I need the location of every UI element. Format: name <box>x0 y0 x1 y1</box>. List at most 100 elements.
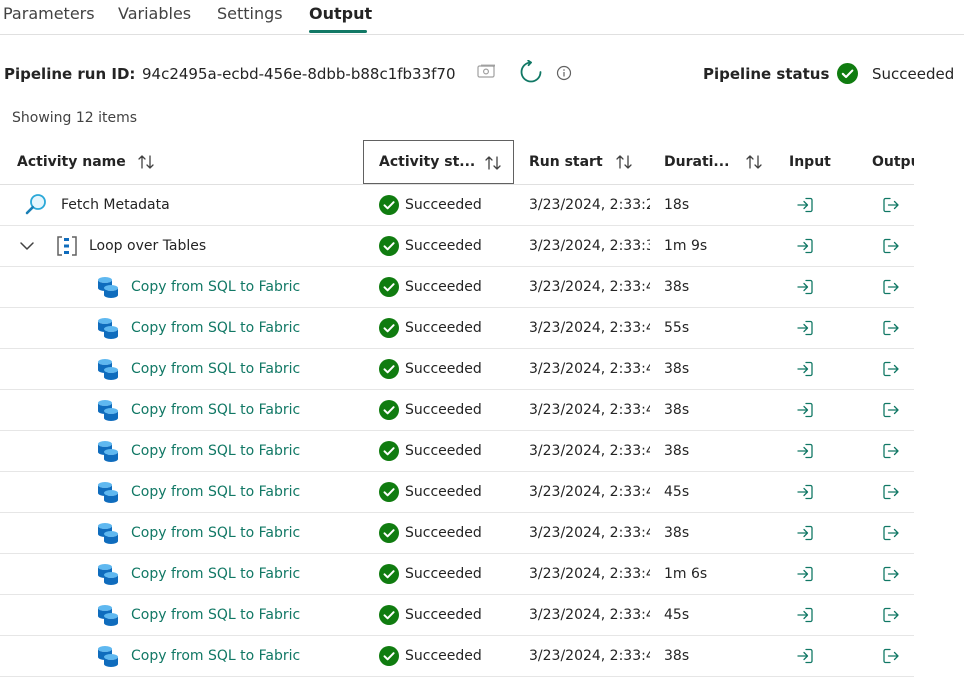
success-check-icon <box>379 523 399 543</box>
activity-name-link[interactable]: Copy from SQL to Fabric <box>131 402 300 418</box>
input-icon[interactable] <box>796 647 814 665</box>
run-start: 3/23/2024, 2:33:2 <box>529 197 650 213</box>
tab-output[interactable]: Output <box>309 4 372 23</box>
activity-name-link[interactable]: Copy from SQL to Fabric <box>131 443 300 459</box>
sort-icon[interactable] <box>745 153 763 171</box>
table-row[interactable]: Copy from SQL to Fabric Succeeded 3/23/2… <box>0 554 914 595</box>
table-row[interactable]: Copy from SQL to Fabric Succeeded 3/23/2… <box>0 308 914 349</box>
output-icon[interactable] <box>882 483 900 501</box>
copy-data-icon <box>98 646 118 667</box>
run-start: 3/23/2024, 2:33:4 <box>529 320 650 336</box>
input-icon[interactable] <box>796 319 814 337</box>
activity-name[interactable]: Fetch Metadata <box>61 197 170 213</box>
input-icon[interactable] <box>796 278 814 296</box>
table-row[interactable]: Copy from SQL to Fabric Succeeded 3/23/2… <box>0 595 914 636</box>
duration: 38s <box>664 402 690 418</box>
input-icon[interactable] <box>796 483 814 501</box>
table-row[interactable]: Copy from SQL to Fabric Succeeded 3/23/2… <box>0 513 914 554</box>
column-header-run-start[interactable]: Run start <box>529 140 649 184</box>
success-check-icon <box>379 318 399 338</box>
copy-icon[interactable] <box>477 64 497 78</box>
run-start: 3/23/2024, 2:33:4 <box>529 443 650 459</box>
run-start: 3/23/2024, 2:33:3 <box>529 238 650 254</box>
sort-icon[interactable] <box>615 153 633 171</box>
activity-name-link[interactable]: Copy from SQL to Fabric <box>131 484 300 500</box>
copy-data-icon <box>98 400 118 421</box>
activity-name-link[interactable]: Copy from SQL to Fabric <box>131 648 300 664</box>
output-icon[interactable] <box>882 196 900 214</box>
activity-name[interactable]: Loop over Tables <box>89 238 206 254</box>
copy-data-icon <box>98 441 118 462</box>
table-header: Activity name Activity st... Run start D… <box>0 140 914 185</box>
pipeline-status-value: Succeeded <box>872 65 955 83</box>
activity-status: Succeeded <box>405 648 482 664</box>
table-row[interactable]: Copy from SQL to Fabric Succeeded 3/23/2… <box>0 472 914 513</box>
duration: 45s <box>664 607 690 623</box>
copy-data-icon <box>98 605 118 626</box>
table-row[interactable]: Copy from SQL to Fabric Succeeded 3/23/2… <box>0 267 914 308</box>
tab-parameters[interactable]: Parameters <box>3 4 95 23</box>
input-icon[interactable] <box>796 565 814 583</box>
activity-name-link[interactable]: Copy from SQL to Fabric <box>131 566 300 582</box>
tab-settings[interactable]: Settings <box>217 4 283 23</box>
run-start: 3/23/2024, 2:33:4 <box>529 525 650 541</box>
active-tab-indicator <box>309 30 367 33</box>
input-icon[interactable] <box>796 442 814 460</box>
output-icon[interactable] <box>882 647 900 665</box>
sort-icon[interactable] <box>484 154 502 172</box>
item-count: Showing 12 items <box>12 110 138 126</box>
column-header-activity-status[interactable]: Activity st... <box>363 140 514 184</box>
sort-icon[interactable] <box>137 153 155 171</box>
output-icon[interactable] <box>882 401 900 419</box>
copy-data-icon <box>98 318 118 339</box>
column-header-input: Input <box>789 154 831 170</box>
activity-status: Succeeded <box>405 361 482 377</box>
input-icon[interactable] <box>796 360 814 378</box>
output-icon[interactable] <box>882 565 900 583</box>
input-icon[interactable] <box>796 401 814 419</box>
tab-variables[interactable]: Variables <box>118 4 191 23</box>
output-icon[interactable] <box>882 319 900 337</box>
table-row[interactable]: Copy from SQL to Fabric Succeeded 3/23/2… <box>0 349 914 390</box>
table-row[interactable]: Copy from SQL to Fabric Succeeded 3/23/2… <box>0 431 914 472</box>
success-check-icon <box>379 195 399 215</box>
run-start: 3/23/2024, 2:33:4 <box>529 402 650 418</box>
column-header-duration[interactable]: Durati... <box>664 140 774 184</box>
activity-name-link[interactable]: Copy from SQL to Fabric <box>131 279 300 295</box>
duration: 38s <box>664 443 690 459</box>
activity-name-link[interactable]: Copy from SQL to Fabric <box>131 320 300 336</box>
run-start: 3/23/2024, 2:33:4 <box>529 648 650 664</box>
refresh-icon[interactable] <box>519 60 543 84</box>
table-row[interactable]: Copy from SQL to Fabric Succeeded 3/23/2… <box>0 636 914 677</box>
input-icon[interactable] <box>796 606 814 624</box>
input-icon[interactable] <box>796 524 814 542</box>
output-icon[interactable] <box>882 237 900 255</box>
output-icon[interactable] <box>882 278 900 296</box>
output-icon[interactable] <box>882 360 900 378</box>
success-check-icon <box>379 441 399 461</box>
run-start: 3/23/2024, 2:33:4 <box>529 361 650 377</box>
success-check-icon <box>379 400 399 420</box>
info-icon[interactable] <box>556 65 572 81</box>
input-icon[interactable] <box>796 237 814 255</box>
input-icon[interactable] <box>796 196 814 214</box>
activity-runs-table: Activity name Activity st... Run start D… <box>0 140 914 677</box>
run-start: 3/23/2024, 2:33:4 <box>529 566 650 582</box>
output-icon[interactable] <box>882 524 900 542</box>
column-header-activity-name[interactable]: Activity name <box>17 140 187 184</box>
success-check-icon <box>379 277 399 297</box>
activity-status: Succeeded <box>405 607 482 623</box>
activity-name-link[interactable]: Copy from SQL to Fabric <box>131 361 300 377</box>
table-row[interactable]: Loop over Tables Succeeded 3/23/2024, 2:… <box>0 226 914 267</box>
table-row[interactable]: Copy from SQL to Fabric Succeeded 3/23/2… <box>0 390 914 431</box>
activity-name-link[interactable]: Copy from SQL to Fabric <box>131 607 300 623</box>
chevron-down-icon[interactable] <box>18 237 36 255</box>
output-icon[interactable] <box>882 606 900 624</box>
activity-name-link[interactable]: Copy from SQL to Fabric <box>131 525 300 541</box>
copy-data-icon <box>98 482 118 503</box>
output-icon[interactable] <box>882 442 900 460</box>
table-row[interactable]: Fetch Metadata Succeeded 3/23/2024, 2:33… <box>0 185 914 226</box>
activity-status: Succeeded <box>405 320 482 336</box>
run-start: 3/23/2024, 2:33:4 <box>529 484 650 500</box>
success-check-icon <box>379 605 399 625</box>
